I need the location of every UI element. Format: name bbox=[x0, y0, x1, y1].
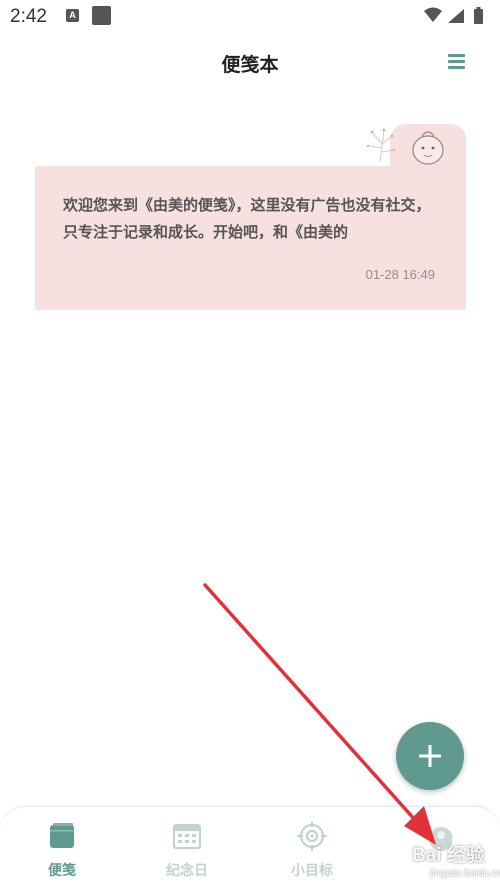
character-sticker-icon bbox=[366, 128, 444, 165]
hamburger-line bbox=[448, 66, 465, 69]
plus-icon bbox=[419, 745, 441, 767]
hamburger-menu-icon bbox=[448, 54, 465, 57]
hamburger-line bbox=[448, 60, 465, 63]
nav-item-anniversary[interactable]: 纪念日 bbox=[142, 807, 232, 888]
cell-signal-icon bbox=[448, 9, 464, 23]
app-header: 便笺本 bbox=[0, 40, 500, 84]
page-title: 便笺本 bbox=[221, 54, 279, 76]
status-time: 2:42 bbox=[10, 6, 47, 27]
notification-square-icon bbox=[92, 6, 111, 25]
wifi-icon bbox=[424, 7, 442, 22]
nav-item-notes[interactable]: 便笺 bbox=[17, 807, 107, 888]
target-icon bbox=[297, 821, 327, 851]
note-text: 欢迎您来到《由美的便笺》，这里没有广告也没有社交，只专注于记录和成长。开始吧，和… bbox=[63, 196, 431, 241]
add-note-button[interactable] bbox=[396, 722, 464, 790]
nav-label-notes: 便笺 bbox=[48, 863, 76, 879]
battery-icon bbox=[474, 9, 483, 24]
nav-item-goals[interactable]: 小目标 bbox=[267, 807, 357, 888]
nav-label-goals: 小目标 bbox=[291, 863, 333, 879]
status-bar: 2:42 A bbox=[0, 0, 500, 34]
watermark-sub: jingyan.baidu.com bbox=[430, 868, 500, 879]
notebook-icon bbox=[50, 823, 74, 848]
calendar-icon bbox=[173, 824, 201, 849]
screen: 2:42 A 便笺本 欢迎您来到《由美的便笺》，这里没有广告也没有社交，只专注于… bbox=[0, 0, 500, 888]
watermark: Bai 经验 jingyan.baidu.com bbox=[350, 840, 500, 886]
note-timestamp: 01-28 16:49 bbox=[365, 267, 435, 282]
nav-label-anniversary: 纪念日 bbox=[166, 863, 208, 879]
system-status-icons bbox=[424, 7, 483, 24]
menu-button[interactable] bbox=[446, 52, 468, 72]
notification-a-icon: A bbox=[66, 9, 79, 22]
note-card[interactable]: 欢迎您来到《由美的便笺》，这里没有广告也没有社交，只专注于记录和成长。开始吧，和… bbox=[35, 166, 466, 310]
watermark-main: Bai 经验 bbox=[412, 845, 485, 866]
